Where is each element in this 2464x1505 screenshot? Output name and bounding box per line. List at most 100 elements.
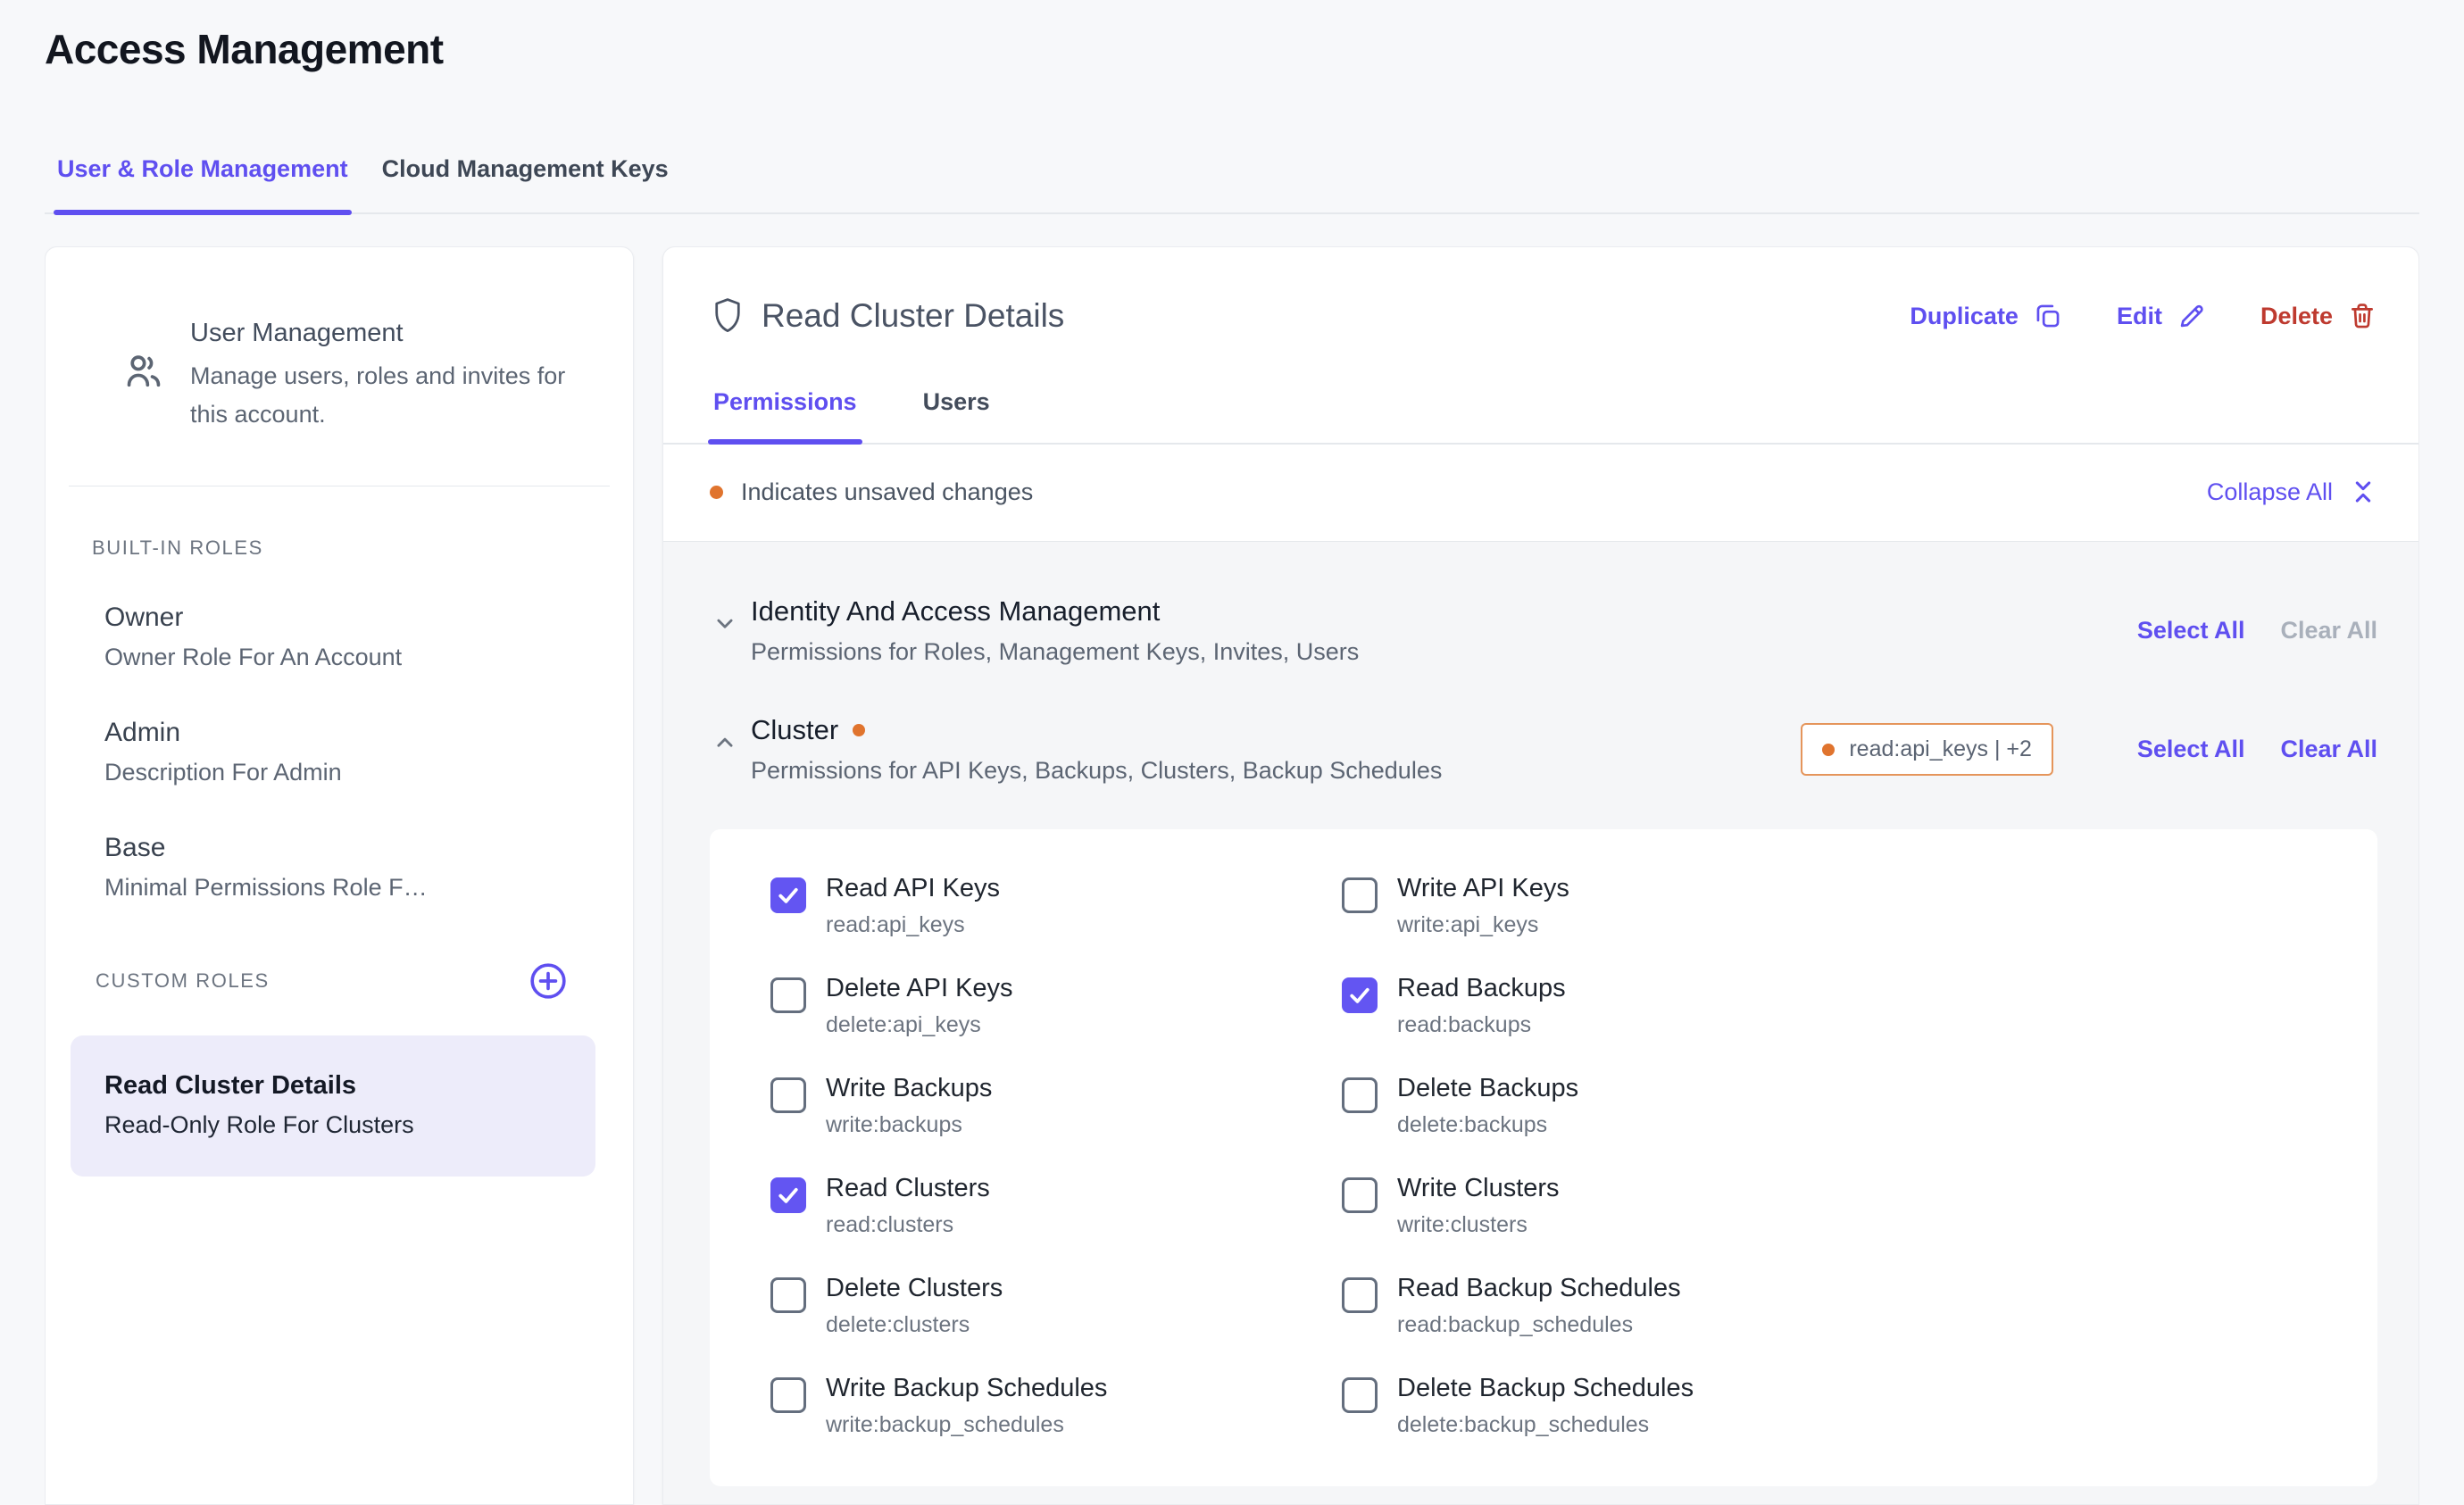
page-title: Access Management (45, 25, 2419, 73)
tab-permissions[interactable]: Permissions (713, 388, 857, 443)
permission-checkbox[interactable] (770, 1077, 806, 1113)
permission-read-clusters: Read Clusters read:clusters (770, 1174, 1342, 1238)
permission-checkbox[interactable] (1342, 977, 1378, 1013)
user-management-summary[interactable]: User Management Manage users, roles and … (88, 301, 590, 434)
permission-label: Write API Keys (1397, 874, 1569, 903)
group-cluster: Cluster Permissions for API Keys, Backup… (710, 714, 2377, 785)
check-icon (1346, 982, 1373, 1009)
permission-key: read:api_keys (826, 912, 1000, 938)
built-in-roles-list: Owner Owner Role For An Account Admin De… (88, 603, 590, 902)
permission-key: write:backup_schedules (826, 1412, 1107, 1438)
permission-checkbox[interactable] (1342, 1277, 1378, 1313)
unsaved-group-dot (853, 724, 865, 736)
shield-icon (710, 297, 745, 335)
permission-delete-backup-schedules: Delete Backup Schedules delete:backup_sc… (1342, 1374, 2342, 1438)
delete-button[interactable]: Delete (2260, 301, 2377, 331)
permission-label: Read Backups (1397, 974, 1566, 1003)
access-management-page: Access Management User & Role Management… (0, 0, 2464, 1505)
unsaved-changes-note: Indicates unsaved changes (741, 478, 1033, 506)
duplicate-button[interactable]: Duplicate (1910, 301, 2063, 331)
custom-roles-label: CUSTOM ROLES (92, 969, 270, 993)
permission-write-clusters: Write Clusters write:clusters (1342, 1174, 2342, 1238)
permission-label: Read Clusters (826, 1174, 990, 1203)
role-actions: Duplicate Edit Delet (1910, 301, 2377, 331)
permission-key: read:backup_schedules (1397, 1312, 1681, 1338)
chevron-down-icon[interactable] (710, 608, 740, 638)
top-tabbar: User & Role Management Cloud Management … (45, 155, 2419, 214)
delete-label: Delete (2260, 303, 2333, 330)
cluster-permissions-grid: Read API Keys read:api_keys Write API Ke… (710, 829, 2377, 1486)
permission-key: delete:backup_schedules (1397, 1412, 1694, 1438)
role-description: Owner Role For An Account (104, 644, 590, 671)
group-description: Permissions for Roles, Management Keys, … (751, 638, 1359, 666)
user-management-title: User Management (190, 319, 574, 348)
role-item-admin[interactable]: Admin Description For Admin (88, 718, 590, 786)
role-item-base[interactable]: Base Minimal Permissions Role F… (88, 833, 590, 902)
permission-checkbox[interactable] (770, 1177, 806, 1213)
permission-checkbox[interactable] (1342, 1377, 1378, 1413)
role-detail-title: Read Cluster Details (762, 297, 1064, 335)
permission-checkbox[interactable] (770, 877, 806, 913)
clear-all-button: Clear All (2280, 617, 2377, 644)
tab-user-role-management[interactable]: User & Role Management (57, 155, 348, 212)
role-item-owner[interactable]: Owner Owner Role For An Account (88, 603, 590, 671)
permission-write-backups: Write Backups write:backups (770, 1074, 1342, 1138)
permission-key: read:backups (1397, 1012, 1566, 1038)
edit-button[interactable]: Edit (2117, 301, 2207, 331)
permission-key: delete:api_keys (826, 1012, 1013, 1038)
select-all-button[interactable]: Select All (2137, 617, 2245, 644)
permission-checkbox[interactable] (770, 977, 806, 1013)
permission-groups-section: Identity And Access Management Permissio… (663, 542, 2418, 1504)
chip-label: read:api_keys | +2 (1849, 736, 2032, 762)
role-name: Base (104, 833, 590, 863)
permission-label: Write Backup Schedules (826, 1374, 1107, 1403)
tab-users[interactable]: Users (923, 388, 990, 443)
clear-all-button[interactable]: Clear All (2280, 736, 2377, 763)
permission-label: Delete Backup Schedules (1397, 1374, 1694, 1403)
role-name: Owner (104, 603, 590, 633)
selected-permissions-chip: read:api_keys | +2 (1801, 723, 2053, 776)
collapse-icon (2349, 477, 2377, 507)
role-description: Description For Admin (104, 759, 590, 786)
role-name: Read Cluster Details (104, 1071, 578, 1101)
permission-key: read:clusters (826, 1212, 990, 1238)
permission-label: Read API Keys (826, 874, 1000, 903)
permission-checkbox[interactable] (1342, 1077, 1378, 1113)
tab-cloud-management-keys[interactable]: Cloud Management Keys (382, 155, 669, 212)
permission-key: delete:backups (1397, 1112, 1578, 1138)
group-identity-access-management: Identity And Access Management Permissio… (710, 595, 2377, 666)
permission-checkbox[interactable] (770, 1277, 806, 1313)
permission-label: Delete API Keys (826, 974, 1013, 1003)
trash-icon (2347, 301, 2377, 331)
permission-checkbox[interactable] (770, 1377, 806, 1413)
role-description: Minimal Permissions Role F… (104, 874, 590, 902)
pencil-icon (2177, 301, 2207, 331)
role-name: Admin (104, 718, 590, 748)
group-name: Cluster (751, 714, 838, 746)
add-custom-role-button[interactable] (528, 960, 569, 1002)
permission-delete-backups: Delete Backups delete:backups (1342, 1074, 2342, 1138)
permission-read-backups: Read Backups read:backups (1342, 974, 2342, 1038)
built-in-roles-label: BUILT-IN ROLES (88, 536, 590, 560)
permission-label: Read Backup Schedules (1397, 1274, 1681, 1303)
permission-label: Write Backups (826, 1074, 992, 1103)
permission-label: Delete Backups (1397, 1074, 1578, 1103)
permission-checkbox[interactable] (1342, 877, 1378, 913)
group-description: Permissions for API Keys, Backups, Clust… (751, 757, 1442, 785)
role-description: Read-Only Role For Clusters (104, 1111, 578, 1139)
chip-unsaved-dot (1822, 744, 1835, 756)
role-item-read-cluster-details[interactable]: Read Cluster Details Read-Only Role For … (71, 1035, 595, 1177)
collapse-all-button[interactable]: Collapse All (2207, 477, 2377, 507)
permission-key: delete:clusters (826, 1312, 1003, 1338)
permission-key: write:backups (826, 1112, 992, 1138)
group-name: Identity And Access Management (751, 595, 1160, 628)
chevron-up-icon[interactable] (710, 727, 740, 757)
permission-key: write:clusters (1397, 1212, 1560, 1238)
role-detail-panel: Read Cluster Details Duplicate Edit (662, 246, 2419, 1505)
permission-checkbox[interactable] (1342, 1177, 1378, 1213)
permission-label: Write Clusters (1397, 1174, 1560, 1203)
select-all-button[interactable]: Select All (2137, 736, 2245, 763)
permission-read-api-keys: Read API Keys read:api_keys (770, 874, 1342, 938)
permission-read-backup-schedules: Read Backup Schedules read:backup_schedu… (1342, 1274, 2342, 1338)
permission-delete-clusters: Delete Clusters delete:clusters (770, 1274, 1342, 1338)
